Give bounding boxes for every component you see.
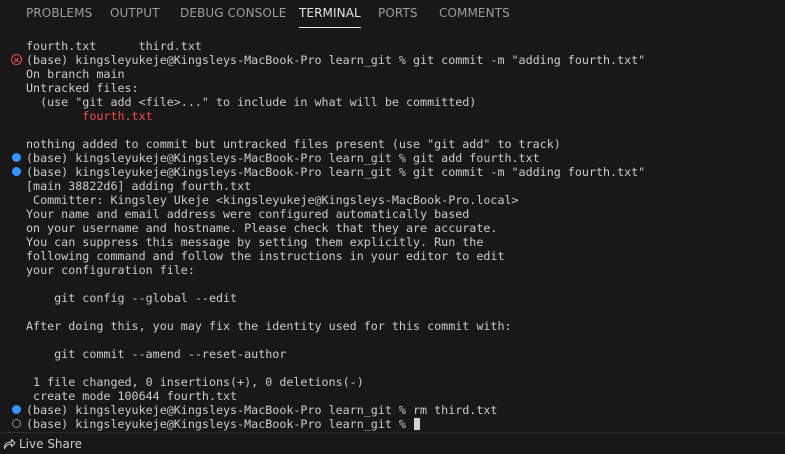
terminal-line: git config --global --edit — [0, 291, 785, 305]
panel-tab-bar: PROBLEMS OUTPUT DEBUG CONSOLE TERMINAL P… — [0, 0, 785, 28]
terminal-line-text: fourth.txt — [26, 109, 153, 123]
terminal-line-text: (base) kingsleyukeje@Kingsleys-MacBook-P… — [26, 53, 646, 67]
command-success-decoration-icon[interactable] — [12, 167, 21, 176]
tab-label: OUTPUT — [110, 6, 160, 20]
tab-label: PORTS — [378, 6, 418, 20]
terminal-line: fourth.txt third.txt — [0, 39, 785, 53]
terminal-line-text: (base) kingsleyukeje@Kingsleys-MacBook-P… — [26, 151, 540, 165]
terminal-line-text: git commit --amend --reset-author — [26, 347, 287, 361]
terminal-line-text: create mode 100644 fourth.txt — [26, 389, 238, 403]
terminal-panel: PROBLEMS OUTPUT DEBUG CONSOLE TERMINAL P… — [0, 0, 785, 454]
tab-label: DEBUG CONSOLE — [180, 6, 287, 20]
tab-terminal[interactable]: TERMINAL — [299, 6, 361, 28]
terminal-line-text: 1 file changed, 0 insertions(+), 0 delet… — [26, 375, 364, 389]
terminal-line: On branch main — [0, 67, 785, 81]
tab-label: PROBLEMS — [26, 6, 93, 20]
terminal-line-text: following command and follow the instruc… — [26, 249, 505, 263]
command-pending-decoration-icon[interactable] — [12, 419, 21, 428]
terminal-line-text: git config --global --edit — [26, 291, 238, 305]
live-share-label: Live Share — [19, 437, 82, 451]
terminal-line: (base) kingsleyukeje@Kingsleys-MacBook-P… — [0, 151, 785, 165]
terminal-line-text: nothing added to commit but untracked fi… — [26, 137, 561, 151]
tab-problems[interactable]: PROBLEMS — [26, 6, 92, 20]
terminal-line: Untracked files: — [0, 81, 785, 95]
terminal-line: your configuration file: — [0, 263, 785, 277]
terminal-cursor — [414, 418, 421, 430]
terminal-line-text: (base) kingsleyukeje@Kingsleys-MacBook-P… — [26, 165, 646, 179]
terminal-line: Your name and email address were configu… — [0, 207, 785, 221]
terminal-line-text: (base) kingsleyukeje@Kingsleys-MacBook-P… — [26, 403, 498, 417]
command-error-decoration-icon[interactable] — [11, 54, 22, 65]
terminal-line-text: (use "git add <file>..." to include in w… — [26, 95, 477, 109]
terminal-line: 1 file changed, 0 insertions(+), 0 delet… — [0, 375, 785, 389]
status-bar: Live Share — [0, 432, 785, 454]
tab-ports[interactable]: PORTS — [378, 6, 418, 20]
terminal-line-text: (base) kingsleyukeje@Kingsleys-MacBook-P… — [26, 417, 421, 431]
terminal-line: (base) kingsleyukeje@Kingsleys-MacBook-P… — [0, 417, 785, 431]
terminal-line: (base) kingsleyukeje@Kingsleys-MacBook-P… — [0, 165, 785, 179]
tab-label: TERMINAL — [299, 6, 361, 20]
terminal-line: (base) kingsleyukeje@Kingsleys-MacBook-P… — [0, 403, 785, 417]
terminal-line: nothing added to commit but untracked fi… — [0, 137, 785, 151]
terminal-line: After doing this, you may fix the identi… — [0, 319, 785, 333]
terminal-line: on your username and hostname. Please ch… — [0, 221, 785, 235]
terminal-line: Committer: Kingsley Ukeje <kingsleyukeje… — [0, 193, 785, 207]
terminal-line-text: After doing this, you may fix the identi… — [26, 319, 512, 333]
terminal-line-text: Committer: Kingsley Ukeje <kingsleyukeje… — [26, 193, 519, 207]
terminal-line: fourth.txt — [0, 109, 785, 123]
tab-comments[interactable]: COMMENTS — [439, 6, 510, 20]
tab-output[interactable]: OUTPUT — [110, 6, 160, 20]
terminal-line: following command and follow the instruc… — [0, 249, 785, 263]
terminal-line-text: fourth.txt third.txt — [26, 39, 202, 53]
terminal-line-text: on your username and hostname. Please ch… — [26, 221, 498, 235]
terminal-line: create mode 100644 fourth.txt — [0, 389, 785, 403]
terminal-line: (base) kingsleyukeje@Kingsleys-MacBook-P… — [0, 53, 785, 67]
terminal-line: You can suppress this message by setting… — [0, 235, 785, 249]
tab-label: COMMENTS — [439, 6, 510, 20]
terminal-output[interactable]: fourth.txt third.txt (base) kingsleyukeje… — [0, 39, 785, 431]
tab-debug-console[interactable]: DEBUG CONSOLE — [180, 6, 286, 20]
terminal-line: git commit --amend --reset-author — [0, 347, 785, 361]
terminal-line-text: Untracked files: — [26, 81, 139, 95]
terminal-line: [main 38822d6] adding fourth.txt — [0, 179, 785, 193]
terminal-line: (use "git add <file>..." to include in w… — [0, 95, 785, 109]
active-tab-indicator — [299, 27, 361, 28]
terminal-line-text: your configuration file: — [26, 263, 195, 277]
terminal-line-text: On branch main — [26, 67, 125, 81]
command-success-decoration-icon[interactable] — [12, 405, 21, 414]
terminal-line-text: Your name and email address were configu… — [26, 207, 470, 221]
terminal-line-text: [main 38822d6] adding fourth.txt — [26, 179, 252, 193]
terminal-line-text: You can suppress this message by setting… — [26, 235, 484, 249]
command-success-decoration-icon[interactable] — [12, 153, 21, 162]
live-share-icon — [3, 438, 16, 450]
